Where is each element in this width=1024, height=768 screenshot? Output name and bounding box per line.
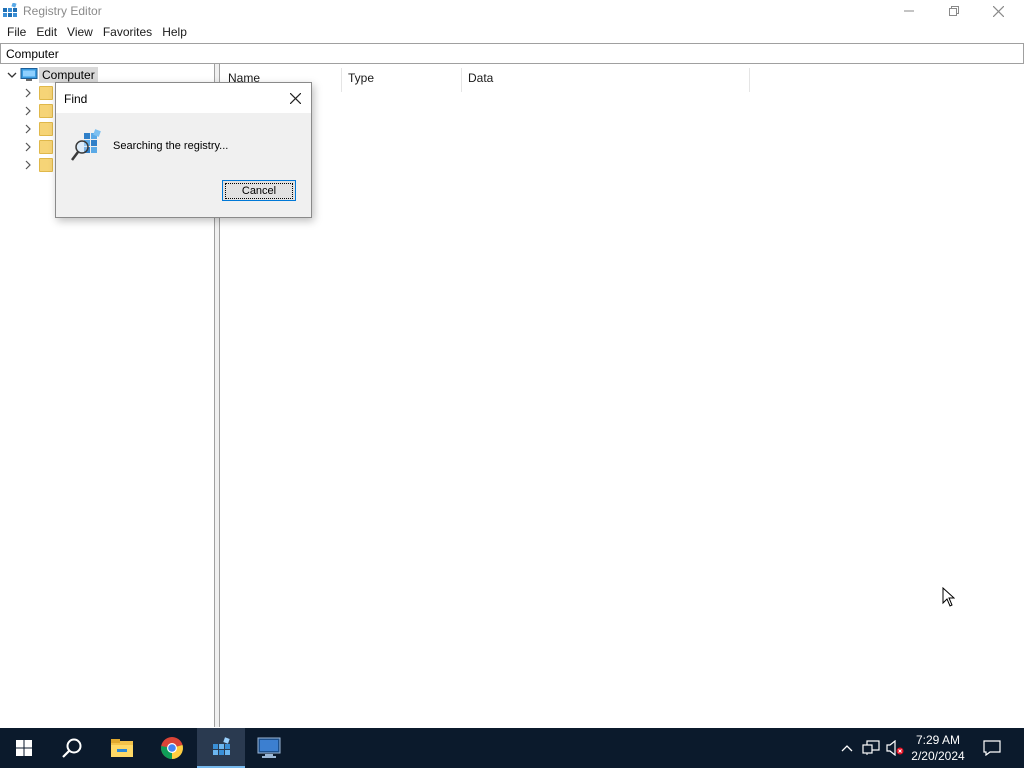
search-registry-icon (71, 129, 101, 161)
folder-icon (39, 140, 53, 154)
start-icon (16, 740, 32, 756)
action-center-button[interactable] (978, 728, 1006, 768)
remote-desktop-icon (257, 737, 281, 758)
chevron-right-icon[interactable] (23, 88, 33, 98)
notification-icon (983, 740, 1001, 756)
network-status-button[interactable] (860, 728, 882, 768)
menu-view[interactable]: View (62, 22, 98, 42)
search-icon (62, 738, 82, 758)
close-icon (993, 5, 1004, 17)
file-explorer-icon (111, 739, 133, 757)
folder-icon (39, 158, 53, 172)
clock-date: 2/20/2024 (911, 749, 965, 763)
chevron-up-icon (841, 745, 853, 752)
restore-button[interactable] (931, 0, 976, 22)
taskbar: 7:29 AM 2/20/2024 (0, 728, 1024, 768)
taskbar-chrome[interactable] (148, 728, 196, 768)
show-hidden-icons-button[interactable] (838, 728, 856, 768)
mouse-cursor-icon (942, 587, 955, 607)
system-clock[interactable]: 7:29 AM 2/20/2024 (905, 732, 971, 764)
cancel-button-label: Cancel (224, 182, 294, 199)
address-bar[interactable]: Computer (0, 43, 1024, 64)
taskbar-file-explorer[interactable] (98, 728, 146, 768)
window-title-bar: Registry Editor (0, 0, 1024, 22)
dialog-title-bar: Find (56, 83, 311, 113)
volume-muted-icon (886, 740, 904, 756)
menu-file[interactable]: File (2, 22, 31, 42)
menu-bar: File Edit View Favorites Help (0, 22, 1024, 42)
menu-edit[interactable]: Edit (31, 22, 62, 42)
address-path: Computer (6, 47, 59, 61)
chevron-right-icon[interactable] (23, 142, 33, 152)
minimize-icon (903, 10, 914, 12)
menu-help[interactable]: Help (157, 22, 192, 42)
chevron-right-icon[interactable] (23, 160, 33, 170)
folder-icon (39, 86, 53, 100)
registry-editor-icon (3, 3, 17, 17)
window-title: Registry Editor (23, 4, 102, 18)
values-list-pane[interactable]: Name Type Data (221, 64, 1024, 727)
restore-icon (948, 6, 959, 16)
menu-favorites[interactable]: Favorites (98, 22, 157, 42)
folder-icon (39, 104, 53, 118)
minimize-button[interactable] (886, 0, 931, 22)
dialog-close-button[interactable] (282, 87, 308, 109)
dialog-title: Find (64, 92, 88, 106)
dialog-message: Searching the registry... (113, 140, 229, 152)
taskbar-registry-editor[interactable] (197, 728, 245, 768)
chevron-down-icon[interactable] (7, 70, 17, 80)
folder-icon (39, 122, 53, 136)
chevron-right-icon[interactable] (23, 124, 33, 134)
taskbar-remote-desktop[interactable] (245, 728, 293, 768)
start-button[interactable] (0, 728, 48, 768)
computer-icon (20, 68, 38, 81)
tree-item-label: Computer (39, 67, 98, 83)
network-icon (862, 740, 880, 755)
close-button[interactable] (976, 0, 1021, 22)
taskbar-search-button[interactable] (48, 728, 96, 768)
column-header-data[interactable]: Data (462, 68, 750, 92)
chrome-icon (161, 737, 183, 760)
chevron-right-icon[interactable] (23, 106, 33, 116)
cancel-button[interactable]: Cancel (222, 180, 296, 201)
registry-editor-icon (213, 737, 230, 755)
clock-time: 7:29 AM (915, 733, 961, 747)
close-icon (289, 92, 301, 104)
find-dialog: Find Searching the registry... Cancel (55, 82, 312, 218)
column-header-type[interactable]: Type (342, 68, 462, 92)
volume-button[interactable] (884, 728, 906, 768)
